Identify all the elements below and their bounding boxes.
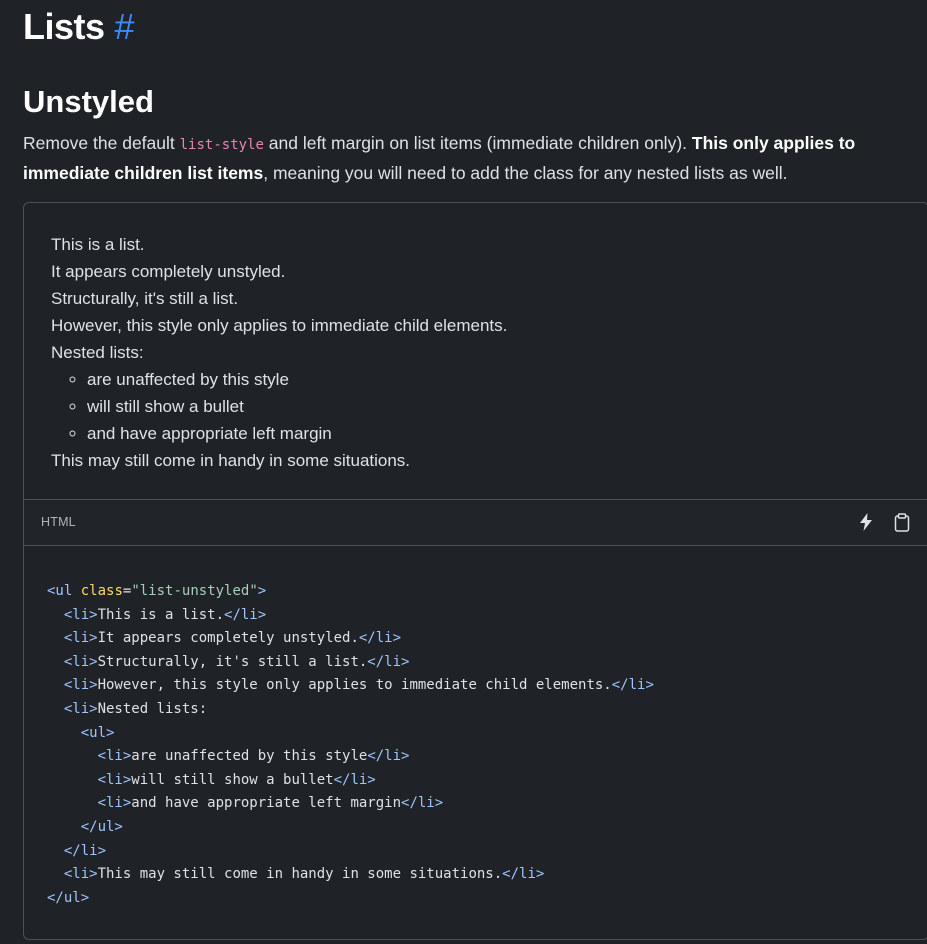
code-tag: </li> (358, 630, 402, 647)
list-item: It appears completely unstyled. (51, 262, 286, 281)
code-tag: </li> (333, 771, 376, 788)
code-tag: <ul> (80, 724, 115, 741)
code-tag: </ul> (80, 818, 123, 835)
code-tag: </li> (401, 795, 444, 812)
code-tag: </li> (611, 677, 654, 694)
page-title: Lists # (23, 6, 135, 48)
example-box: This is a list. It appears completely un… (23, 202, 927, 940)
anchor-link[interactable]: # (115, 6, 135, 47)
code-tag: <li> (97, 795, 132, 812)
code-tag: <li> (63, 606, 98, 623)
code-tag: </li> (63, 842, 107, 859)
inline-code: list-style (179, 137, 264, 153)
section-title: Unstyled (23, 84, 154, 119)
example-preview: This is a list. It appears completely un… (24, 203, 927, 500)
code-tag: </ul> (47, 889, 90, 906)
desc-text-3: , meaning you will need to add the class… (263, 163, 788, 183)
code-tag: <ul (47, 583, 73, 599)
nested-list-item: will still show a bullet (87, 393, 927, 420)
code-text: Nested lists: (97, 700, 208, 717)
code-text: This may still come in handy in some sit… (97, 866, 503, 883)
code-tag: <li> (63, 700, 98, 717)
code-tag: <li> (97, 748, 132, 765)
lightning-icon[interactable] (857, 511, 875, 533)
list-item-label: Nested lists: (51, 343, 144, 362)
code-tag: </li> (367, 653, 410, 670)
list-item: This is a list. (51, 235, 145, 254)
code-attr: class (80, 583, 123, 599)
code-tag: </li> (224, 606, 267, 623)
section-description: Remove the default list-style and left m… (23, 129, 913, 187)
desc-text-1: Remove the default (23, 133, 180, 153)
unstyled-list: This is a list. It appears completely un… (51, 231, 927, 474)
code-tag: <li> (63, 866, 98, 883)
code-text: will still show a bullet (131, 771, 334, 788)
page-title-text: Lists (23, 6, 105, 47)
code-tag: <li> (97, 771, 132, 788)
code-text: It appears completely unstyled. (97, 630, 359, 647)
code-block: <ul class="list-unstyled"> <li>This is a… (24, 546, 927, 911)
nested-list-item: are unaffected by this style (87, 366, 927, 393)
clipboard-icon[interactable] (893, 511, 911, 533)
list-item: However, this style only applies to imme… (51, 316, 508, 335)
code-text: However, this style only applies to imme… (97, 677, 612, 694)
code-text: are unaffected by this style (131, 748, 368, 765)
code-text: This is a list. (97, 606, 225, 623)
nested-list: are unaffected by this style will still … (51, 366, 927, 447)
code-actions (857, 511, 911, 533)
code-tag: > (257, 583, 267, 599)
code-tag: <li> (63, 677, 98, 694)
code-string: "list-unstyled" (131, 583, 258, 599)
code-language-label: HTML (41, 515, 76, 529)
code-tag: </li> (502, 866, 545, 883)
code-tag: <li> (63, 630, 98, 647)
code-tag: </li> (367, 748, 410, 765)
code-header: HTML (24, 500, 927, 546)
desc-text-2: and left margin on list items (immediate… (263, 133, 692, 153)
code-text: and have appropriate left margin (131, 795, 402, 812)
list-item: This may still come in handy in some sit… (51, 451, 411, 470)
list-item-nested-parent: Nested lists: are unaffected by this sty… (51, 339, 927, 447)
list-item: Structurally, it's still a list. (51, 289, 239, 308)
nested-list-item: and have appropriate left margin (87, 420, 927, 447)
code-text: Structurally, it's still a list. (97, 653, 368, 670)
code-tag: <li> (63, 653, 98, 670)
